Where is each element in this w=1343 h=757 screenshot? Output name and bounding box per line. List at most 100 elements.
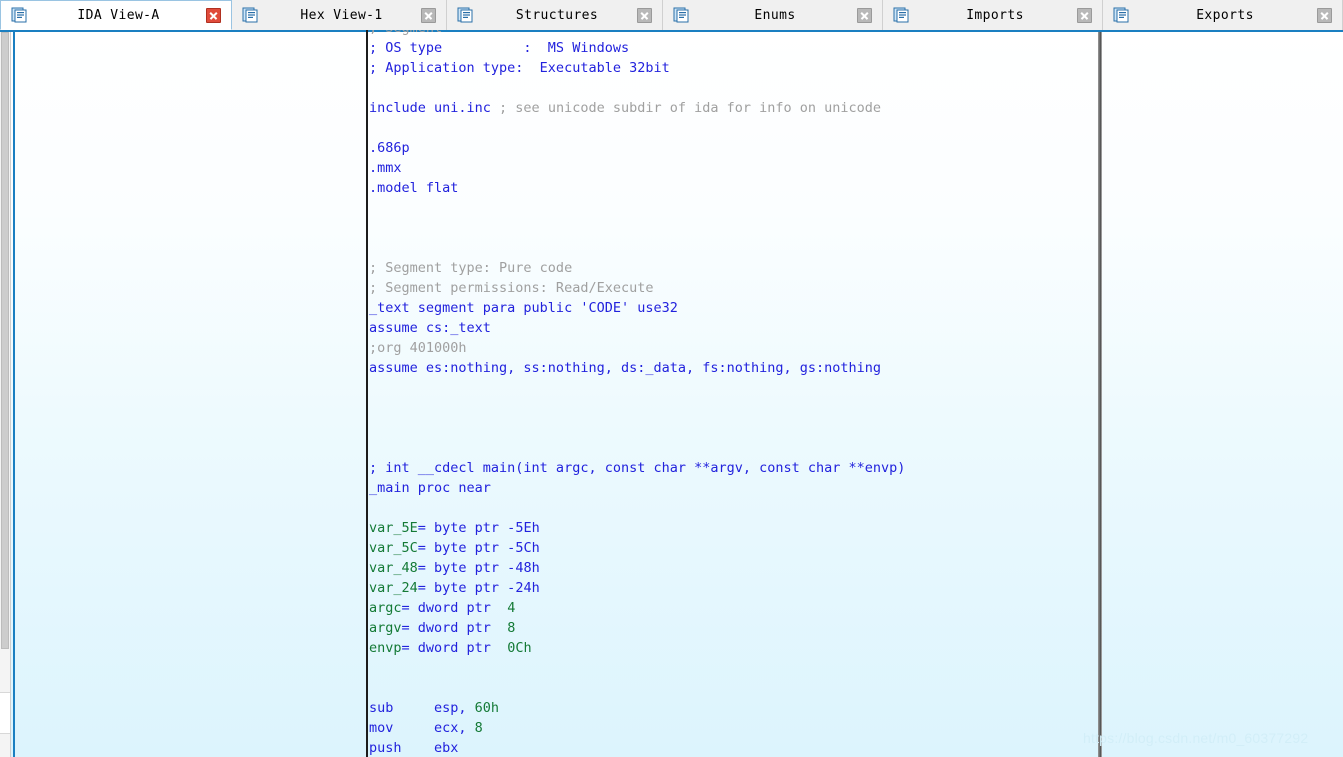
code-token: 60h bbox=[474, 700, 500, 716]
tab-label: Structures bbox=[515, 7, 599, 23]
code-token: include uni.inc bbox=[369, 100, 500, 116]
close-icon[interactable] bbox=[857, 7, 872, 23]
disassembly-line[interactable]: assume cs:_text bbox=[369, 318, 905, 338]
disassembly-line[interactable]: .model flat bbox=[369, 178, 905, 198]
code-token: ; Segment bbox=[369, 30, 442, 36]
disassembly-line[interactable]: var_5C= byte ptr -5Ch bbox=[369, 538, 905, 558]
close-icon[interactable] bbox=[637, 7, 652, 23]
disassembly-listing[interactable]: ; Segment ; OS type : MS Windows ; Applica… bbox=[369, 30, 905, 757]
code-token: ; Segment type: Pure code bbox=[369, 260, 573, 276]
code-token: .mmx bbox=[369, 160, 402, 176]
code-token: argc bbox=[369, 600, 402, 616]
disassembly-line[interactable]: assume es:nothing, ss:nothing, ds:_data,… bbox=[369, 358, 905, 378]
disassembly-line[interactable]: mov ecx, 8 bbox=[369, 718, 905, 738]
disassembly-line[interactable]: ; Segment bbox=[369, 30, 905, 38]
code-token: mov ecx, bbox=[369, 720, 475, 736]
code-token: ;org 401000h bbox=[369, 340, 467, 356]
disassembly-line[interactable]: argc= dword ptr 4 bbox=[369, 598, 905, 618]
ida-main-window: IDA View-A Hex View-1 Structures Enums Impor… bbox=[0, 0, 1343, 757]
disassembly-line[interactable]: var_24= byte ptr -24h bbox=[369, 578, 905, 598]
disassembly-line[interactable]: ; Segment type: Pure code bbox=[369, 258, 905, 278]
disassembly-line[interactable]: ; Application type: Executable 32bit bbox=[369, 58, 905, 78]
scrollbar-thumb[interactable] bbox=[1, 32, 9, 649]
code-token: envp bbox=[369, 640, 402, 656]
disassembly-line[interactable]: argv= dword ptr 8 bbox=[369, 618, 905, 638]
disassembly-line[interactable] bbox=[369, 78, 905, 98]
workspace: ; Segment ; OS type : MS Windows ; Applica… bbox=[0, 30, 1343, 757]
left-vertical-scrollbar[interactable] bbox=[0, 32, 11, 757]
code-token: = dword ptr bbox=[401, 600, 508, 616]
code-token: assume cs:_text bbox=[369, 320, 491, 336]
code-token: ; Segment permissions: Read/Execute bbox=[369, 280, 654, 296]
code-token: ; int __cdecl main(int argc, const char … bbox=[369, 460, 906, 476]
disassembly-line[interactable]: var_5E= byte ptr -5Eh bbox=[369, 518, 905, 538]
disassembly-line[interactable] bbox=[369, 218, 905, 238]
tab-label: Hex View-1 bbox=[300, 7, 383, 23]
code-token: ; see unicode subdir of ida for info on … bbox=[499, 100, 882, 116]
tab-imports[interactable]: Imports bbox=[883, 0, 1103, 30]
code-token: = dword ptr bbox=[401, 640, 508, 656]
disassembly-line[interactable] bbox=[369, 498, 905, 518]
code-token: _text segment para public 'CODE' use32 bbox=[369, 300, 678, 316]
disassembly-line[interactable]: var_48= byte ptr -48h bbox=[369, 558, 905, 578]
tab-hex-view-1[interactable]: Hex View-1 bbox=[232, 0, 447, 30]
disassembly-line[interactable] bbox=[369, 438, 905, 458]
code-token: var_5C bbox=[369, 540, 418, 556]
tab-label: Exports bbox=[1196, 7, 1254, 23]
disassembly-line[interactable] bbox=[369, 398, 905, 418]
tab-label: IDA View-A bbox=[77, 7, 160, 23]
close-icon[interactable] bbox=[206, 7, 221, 23]
code-token: assume es:nothing, ss:nothing, ds:_data,… bbox=[369, 360, 882, 376]
code-token: ; Application type: Executable 32bit bbox=[369, 60, 670, 76]
disassembly-line[interactable]: include uni.inc ; see unicode subdir of … bbox=[369, 98, 905, 118]
disassembly-line[interactable]: ;org 401000h bbox=[369, 338, 905, 358]
disassembly-line[interactable]: .mmx bbox=[369, 158, 905, 178]
disassembly-line[interactable]: .686p bbox=[369, 138, 905, 158]
disassembly-line[interactable] bbox=[369, 678, 905, 698]
disassembly-line[interactable] bbox=[369, 118, 905, 138]
code-token: = byte ptr -48h bbox=[417, 560, 540, 576]
structures-icon bbox=[457, 7, 473, 23]
imports-icon bbox=[893, 7, 909, 23]
disassembly-line[interactable] bbox=[369, 418, 905, 438]
disassembly-view[interactable]: ; Segment ; OS type : MS Windows ; Applica… bbox=[366, 30, 1098, 757]
close-icon[interactable] bbox=[1077, 7, 1092, 23]
code-token: = dword ptr bbox=[401, 620, 508, 636]
tab-exports[interactable]: Exports bbox=[1103, 0, 1343, 30]
disassembly-line[interactable] bbox=[369, 658, 905, 678]
disassembly-line[interactable]: _text segment para public 'CODE' use32 bbox=[369, 298, 905, 318]
code-token: 8 bbox=[474, 720, 483, 736]
code-token: .686p bbox=[369, 140, 410, 156]
watermark-text: https://blog.csdn.net/m0_60377292 bbox=[1083, 730, 1309, 746]
disassembly-line[interactable] bbox=[369, 378, 905, 398]
tab-ida-view-a[interactable]: IDA View-A bbox=[0, 0, 232, 30]
code-token: ; OS type : MS Windows bbox=[369, 40, 630, 56]
disassembly-line[interactable]: ; OS type : MS Windows bbox=[369, 38, 905, 58]
code-token: push ebx bbox=[369, 740, 459, 756]
disassembly-line[interactable]: ; int __cdecl main(int argc, const char … bbox=[369, 458, 905, 478]
disassembly-line[interactable]: sub esp, 60h bbox=[369, 698, 905, 718]
disassembly-line[interactable] bbox=[369, 198, 905, 218]
close-icon[interactable] bbox=[421, 7, 436, 23]
code-token: argv bbox=[369, 620, 402, 636]
close-icon[interactable] bbox=[1317, 7, 1332, 23]
code-token: sub esp, bbox=[369, 700, 475, 716]
disassembly-line[interactable]: push ebx bbox=[369, 738, 905, 757]
scrollbar-track-gap bbox=[0, 692, 10, 734]
disassembly-pane-left-border bbox=[13, 32, 15, 757]
tab-label: Enums bbox=[754, 7, 796, 23]
right-pane-top-border bbox=[1102, 30, 1343, 32]
disassembly-line[interactable]: _main proc near bbox=[369, 478, 905, 498]
tab-structures[interactable]: Structures bbox=[447, 0, 663, 30]
view-tab-bar: IDA View-A Hex View-1 Structures Enums Impor… bbox=[0, 0, 1343, 30]
enums-icon bbox=[673, 7, 689, 23]
disassembly-line[interactable]: ; Segment permissions: Read/Execute bbox=[369, 278, 905, 298]
tab-enums[interactable]: Enums bbox=[663, 0, 883, 30]
code-token: = byte ptr -24h bbox=[417, 580, 540, 596]
disassembly-line[interactable] bbox=[369, 238, 905, 258]
pane-splitter[interactable] bbox=[1098, 32, 1102, 757]
ida-view-icon bbox=[11, 7, 27, 23]
code-token: var_5E bbox=[369, 520, 418, 536]
exports-icon bbox=[1113, 7, 1129, 23]
disassembly-line[interactable]: envp= dword ptr 0Ch bbox=[369, 638, 905, 658]
